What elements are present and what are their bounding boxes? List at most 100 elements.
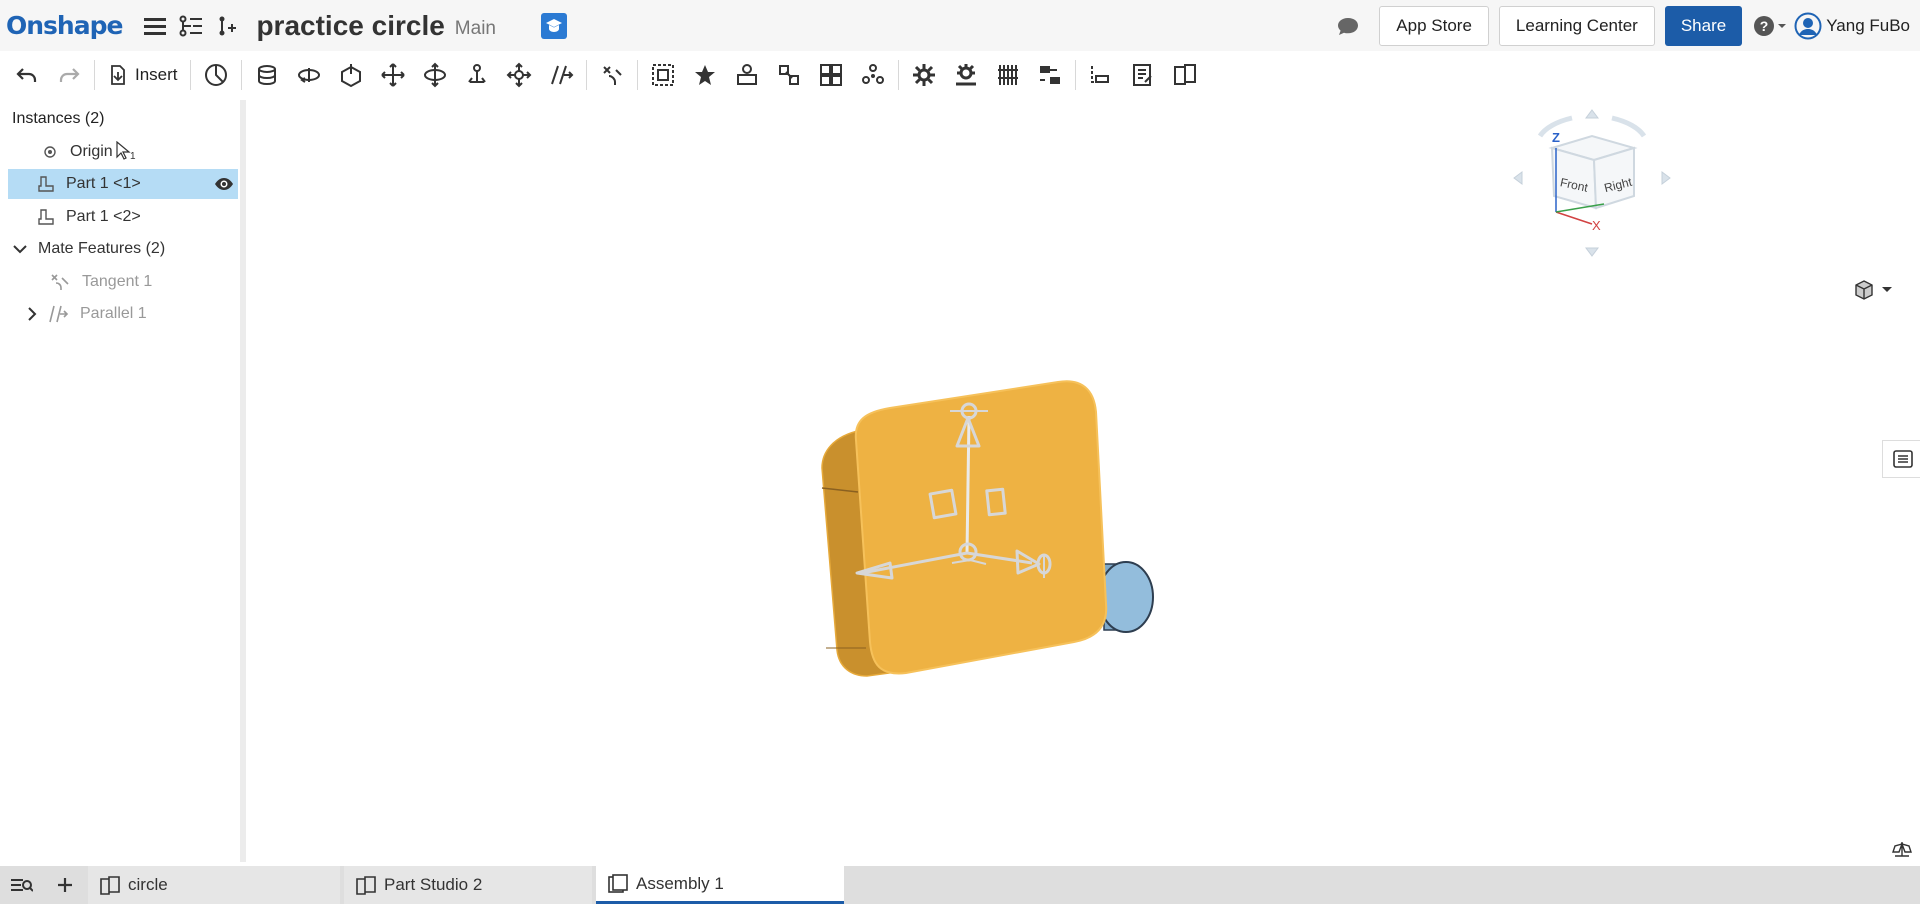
insert-button[interactable]: Insert [99,55,186,95]
toolbar-divider [94,60,95,90]
standard-content-icon[interactable] [195,55,237,95]
cursor-badge: 1 [130,151,136,162]
part1-instance2-label: Part 1 <2> [66,208,141,225]
share-button[interactable]: Share [1664,5,1743,46]
tab-label: Part Studio 2 [384,875,483,894]
screw-relation-icon[interactable] [987,55,1029,95]
branch-label[interactable]: Main [455,18,496,40]
measure-icon[interactable] [1080,55,1122,95]
redo-icon[interactable] [48,55,90,95]
graphics-viewport[interactable]: Front Right Z X [252,98,1920,864]
tree-item-mate-features[interactable]: Mate Features (2) [4,234,234,264]
list-panel-icon [1892,450,1913,468]
gear-relation-icon[interactable] [903,55,945,95]
linear-pattern-icon[interactable] [810,55,852,95]
assembly-model[interactable] [792,368,1212,698]
planar-mate-icon[interactable] [372,55,414,95]
ball-mate-icon[interactable] [498,55,540,95]
part-instance-icon [36,207,56,227]
tab-part-studio-2[interactable]: Part Studio 2 [344,866,592,904]
comments-icon[interactable] [1333,11,1363,41]
part-instance-icon [36,174,56,194]
instances-header[interactable]: Instances (2) [0,100,240,136]
mate-features-label: Mate Features (2) [38,240,166,257]
tree-item-part1-instance1[interactable]: Part 1 <1> [8,169,238,199]
units-icon[interactable] [1892,840,1912,863]
rack-pinion-relation-icon[interactable] [945,55,987,95]
user-avatar-icon [1794,12,1822,39]
group-icon[interactable] [642,55,684,95]
parallel-label: Parallel 1 [80,305,147,322]
mass-properties-icon[interactable] [1122,55,1164,95]
insert-label: Insert [135,65,178,84]
tab-label: Assembly 1 [636,873,724,893]
toolbar-divider [897,60,899,90]
tab-manager-icon[interactable] [0,866,42,904]
tangent-mate-icon [48,272,72,292]
toolbar-divider [1074,60,1076,90]
insert-icon [111,65,125,85]
chevron-down-icon [1882,287,1892,292]
undo-icon[interactable] [6,55,48,95]
learning-center-button[interactable]: Learning Center [1498,5,1655,46]
education-icon[interactable] [540,12,567,39]
cylindrical-mate-icon[interactable] [414,55,456,95]
origin-label: Origin [70,143,113,160]
view-mode-dropdown[interactable] [1852,278,1894,302]
part-studio-icon [98,874,122,896]
axis-x-label: X [1592,218,1601,233]
toolbar-divider [240,60,242,90]
parallel-mate-icon[interactable] [540,55,582,95]
chevron-down-icon[interactable] [10,239,30,259]
onshape-logo[interactable]: Onshape [6,11,123,40]
menu-icon[interactable] [140,11,170,41]
section-view-icon[interactable] [1164,55,1206,95]
pattern-icon[interactable] [768,55,810,95]
tangent-label: Tangent 1 [82,273,153,290]
assembly-icon [606,873,630,895]
tangent-mate-icon[interactable] [591,55,633,95]
top-bar: Onshape practice circle Main App Store L… [0,0,1920,51]
tree-item-tangent[interactable]: Tangent 1 [8,267,238,297]
user-menu[interactable]: Yang FuBo [1794,12,1910,40]
mate-connector-icon[interactable] [684,55,726,95]
eye-icon[interactable] [214,175,234,198]
chevron-right-icon[interactable] [26,304,38,324]
part1-instance1-label: Part 1 <1> [66,175,141,192]
assembly-toolbar: Insert [0,52,1920,98]
tree-item-parallel[interactable]: Parallel 1 [4,299,234,329]
cylinder-part[interactable] [1098,561,1154,633]
add-tab-icon[interactable] [42,866,88,904]
versions-history-icon[interactable] [176,11,206,41]
help-icon[interactable]: ? [1752,11,1788,41]
toolbar-divider [189,60,191,90]
configuration-panel-toggle[interactable] [1882,440,1920,478]
tab-label: circle [128,875,168,894]
replicate-icon[interactable] [726,55,768,95]
parallel-mate-icon [46,304,70,324]
tab-circle[interactable]: circle [88,866,340,904]
axis-triad [1555,148,1605,225]
add-feature-icon[interactable] [212,11,242,41]
pin-slot-mate-icon[interactable] [456,55,498,95]
tab-assembly-1[interactable]: Assembly 1 [596,866,844,904]
view-cube[interactable]: Front Right Z X [1512,108,1692,258]
shaded-cube-icon [1855,280,1873,300]
linear-relation-icon[interactable] [1029,55,1071,95]
feature-list-panel: Instances (2) Origin 1 Part 1 <1> Part 1… [0,100,246,862]
part-studio-icon [354,874,378,896]
tab-bar: circle Part Studio 2 Assembly 1 [0,866,1920,904]
user-name: Yang FuBo [1826,15,1910,35]
circular-pattern-icon[interactable] [852,55,894,95]
fastened-mate-icon[interactable] [246,55,288,95]
app-store-button[interactable]: App Store [1379,5,1489,46]
toolbar-divider [585,60,587,90]
origin-icon [40,142,60,162]
document-title[interactable]: practice circle [256,10,444,42]
toolbar-divider [636,60,638,90]
tree-item-origin[interactable]: Origin 1 [8,137,238,167]
slider-mate-icon[interactable] [330,55,372,95]
revolute-mate-icon[interactable] [288,55,330,95]
tree-item-part1-instance2[interactable]: Part 1 <2> [8,202,238,232]
axis-z-label: Z [1552,130,1560,145]
